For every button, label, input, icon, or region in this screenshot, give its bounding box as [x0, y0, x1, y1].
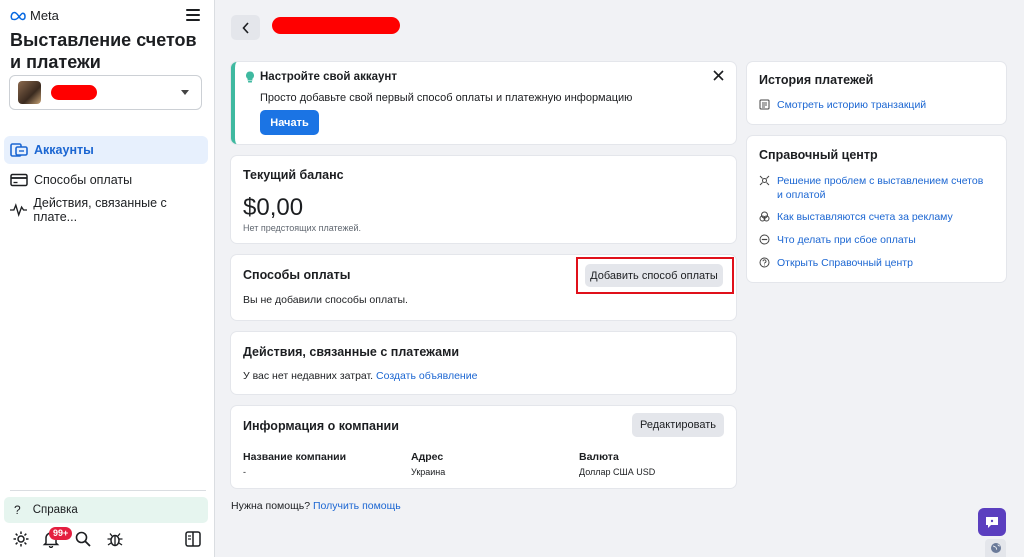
nav-item-payment-methods[interactable]: Способы оплаты: [4, 166, 208, 194]
receipt-icon: [759, 99, 770, 110]
help-center-title: Справочный центр: [759, 148, 878, 162]
sidebar-divider: [10, 490, 206, 491]
notification-badge: 99+: [49, 527, 73, 540]
payment-methods-card: Способы оплаты Добавить способ оплаты Вы…: [231, 255, 736, 320]
nav-item-accounts[interactable]: Аккаунты: [4, 136, 208, 164]
payment-history-card: История платежей Смотреть историю транза…: [747, 62, 1006, 124]
link-label: Смотреть историю транзакций: [777, 99, 927, 111]
current-balance-card: Текущий баланс $0,00 Нет предстоящих пла…: [231, 156, 736, 243]
nav-item-payment-activity[interactable]: Действия, связанные с плате...: [4, 196, 208, 224]
close-icon[interactable]: [713, 70, 724, 81]
address-field: Адрес Украина: [411, 451, 445, 477]
help-center-card: Справочный центр Решение проблем с выста…: [747, 136, 1006, 282]
banner-title: Настройте свой аккаунт: [260, 71, 397, 83]
create-ad-link[interactable]: Создать объявление: [376, 370, 477, 382]
hamburger-menu-icon[interactable]: [186, 9, 200, 21]
balance-note: Нет предстоящих платежей.: [243, 223, 362, 233]
currency-field: Валюта Доллар США USD: [579, 451, 655, 477]
payment-activity-title: Действия, связанные с платежами: [243, 345, 460, 359]
accounts-icon: [10, 143, 28, 157]
account-selector[interactable]: [9, 75, 202, 110]
help-link-troubleshoot[interactable]: Решение проблем с выставлением счетов и …: [759, 174, 989, 202]
question-icon: ?: [14, 503, 21, 517]
add-payment-method-button[interactable]: Добавить способ оплаты: [585, 264, 723, 287]
chevron-down-icon: [181, 90, 189, 95]
help-button[interactable]: ? Справка: [4, 497, 208, 523]
brand-name: Meta: [30, 8, 59, 23]
field-value: Доллар США USD: [579, 467, 656, 477]
nav-label: Аккаунты: [34, 143, 94, 157]
globe-icon: [990, 543, 1001, 553]
payment-methods-title: Способы оплаты: [243, 268, 351, 282]
credit-card-icon: [10, 173, 28, 187]
field-label: Название компании: [243, 451, 347, 463]
payment-activity-card: Действия, связанные с платежами У вас не…: [231, 332, 736, 394]
troubleshoot-icon: [759, 175, 770, 186]
field-value: Украина: [411, 467, 446, 477]
redacted-account-title: [272, 17, 400, 34]
billing-info-icon: [759, 211, 770, 222]
field-label: Валюта: [579, 451, 619, 463]
link-label: Открыть Справочный центр: [777, 257, 913, 269]
help-link-ad-billing[interactable]: Как выставляются счета за рекламу: [759, 210, 953, 224]
start-button[interactable]: Начать: [260, 110, 319, 135]
search-icon[interactable]: [74, 530, 92, 548]
nav-label: Способы оплаты: [34, 173, 133, 187]
balance-amount: $0,00: [243, 194, 304, 221]
chevron-left-icon: [241, 21, 249, 34]
balance-title: Текущий баланс: [243, 168, 344, 182]
activity-pulse-icon: [10, 203, 28, 217]
field-value: -: [243, 467, 246, 477]
question-icon: [759, 257, 770, 268]
no-spend-text: У вас нет недавних затрат.: [243, 370, 374, 382]
payment-activity-text: У вас нет недавних затрат. Создать объяв…: [243, 370, 477, 382]
back-button[interactable]: [231, 15, 260, 40]
field-label: Адрес: [411, 451, 444, 463]
sidebar: Meta Выставление счетов и платежи Аккаун…: [0, 0, 215, 557]
lightbulb-icon: [246, 71, 254, 83]
sidebar-footer-toolbar: 99+: [10, 527, 206, 550]
help-link-payment-failure[interactable]: Что делать при сбое оплаты: [759, 233, 916, 247]
chat-bubble-icon: [986, 516, 998, 528]
payment-methods-empty-text: Вы не добавили способы оплаты.: [243, 294, 408, 306]
company-info-card: Информация о компании Редактировать Назв…: [231, 406, 736, 488]
company-name-field: Название компании -: [243, 451, 346, 477]
meta-infinity-icon: [10, 11, 26, 20]
need-help-text: Нужна помощь?: [231, 500, 311, 512]
bug-icon[interactable]: [106, 530, 124, 548]
account-avatar: [18, 81, 41, 104]
get-help-link[interactable]: Получить помощь: [313, 500, 401, 512]
setup-account-banner: Настройте свой аккаунт Просто добавьте с…: [231, 62, 736, 144]
help-label: Справка: [32, 504, 78, 516]
link-label: Что делать при сбое оплаты: [777, 234, 916, 246]
meta-logo[interactable]: Meta: [10, 8, 59, 23]
nav-label: Действия, связанные с плате...: [33, 196, 167, 224]
language-button[interactable]: [985, 539, 1006, 557]
link-label: Решение проблем с выставлением счетов и …: [777, 175, 984, 201]
company-info-title: Информация о компании: [243, 419, 399, 433]
collapse-panel-icon[interactable]: [184, 530, 202, 548]
failed-payment-icon: [759, 234, 770, 245]
need-help-footer: Нужна помощь? Получить помощь: [231, 500, 401, 512]
support-chat-button[interactable]: [978, 508, 1006, 536]
help-link-open-help-center[interactable]: Открыть Справочный центр: [759, 256, 913, 270]
edit-button[interactable]: Редактировать: [632, 413, 724, 437]
view-transactions-link[interactable]: Смотреть историю транзакций: [759, 98, 926, 112]
redacted-account-name: [51, 85, 97, 100]
link-label: Как выставляются счета за рекламу: [777, 211, 953, 223]
gear-icon[interactable]: [12, 530, 30, 548]
page-title: Выставление счетов и платежи: [10, 30, 197, 72]
payment-history-title: История платежей: [759, 73, 874, 87]
banner-description: Просто добавьте свой первый способ оплат…: [260, 92, 633, 104]
